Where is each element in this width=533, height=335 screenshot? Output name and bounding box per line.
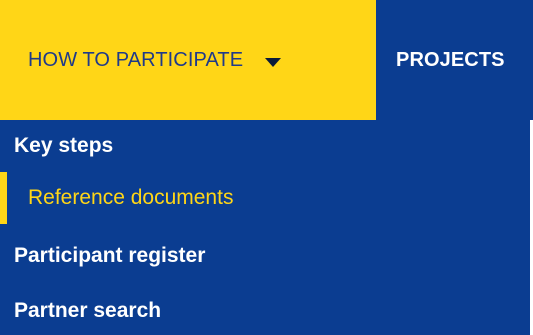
nav-item-projects[interactable]: PROJECTS bbox=[376, 0, 533, 120]
menu-item-participant-register[interactable]: Participant register bbox=[0, 230, 530, 282]
dropdown-menu: Key steps Reference documents Participan… bbox=[0, 120, 530, 335]
nav-item-label: PROJECTS bbox=[396, 48, 505, 71]
menu-item-label: Participant register bbox=[14, 244, 206, 267]
top-navigation: HOW TO PARTICIPATE PROJECTS bbox=[0, 0, 533, 120]
menu-item-label: Partner search bbox=[14, 299, 162, 322]
nav-item-label: HOW TO PARTICIPATE bbox=[28, 48, 244, 71]
active-indicator bbox=[0, 172, 7, 224]
menu-item-partner-search[interactable]: Partner search bbox=[0, 285, 530, 335]
page: HOW TO PARTICIPATE PROJECTS Key steps Re… bbox=[0, 0, 533, 335]
menu-item-reference-documents[interactable]: Reference documents bbox=[0, 172, 530, 224]
caret-down-icon bbox=[265, 57, 282, 67]
nav-item-how-to-participate[interactable]: HOW TO PARTICIPATE bbox=[0, 0, 376, 120]
menu-item-key-steps[interactable]: Key steps bbox=[0, 120, 530, 172]
menu-item-label: Key steps bbox=[14, 134, 114, 157]
menu-item-label: Reference documents bbox=[28, 186, 234, 209]
